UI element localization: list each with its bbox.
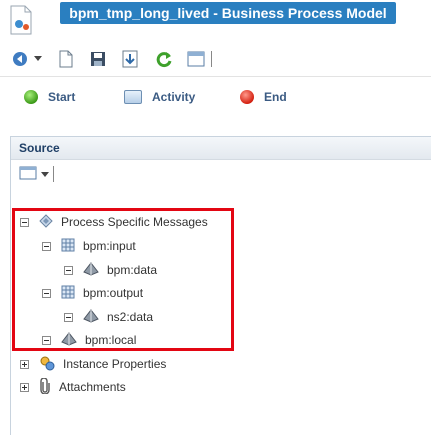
end-circle-icon [240,90,254,104]
palette-activity[interactable]: Activity [124,90,195,104]
save-icon[interactable] [88,49,108,69]
palette-end[interactable]: End [240,90,287,104]
palette-activity-label: Activity [152,90,196,104]
expand-toggle-icon[interactable] [20,382,29,392]
tree-node-label: Attachments [59,380,126,394]
start-circle-icon [24,90,38,104]
paperclip-icon [39,376,51,397]
tree-node-instance-properties[interactable]: Instance Properties [20,353,166,375]
bpm-document-icon [8,5,34,35]
window-title: bpm_tmp_long_lived - Business Process Mo… [60,2,396,24]
toolbar-divider [0,76,431,77]
palette-start-label: Start [48,90,76,104]
panel-header: Source [11,137,431,160]
panel-window-icon[interactable] [19,166,37,183]
element-palette: Start Activity End [0,86,431,116]
panel-toolbar [19,163,54,185]
panel-title: Source [19,141,60,155]
title-bar: bpm_tmp_long_lived - Business Process Mo… [0,0,431,42]
navigate-icon[interactable] [10,49,30,69]
refresh-icon[interactable] [154,49,174,69]
palette-end-label: End [264,90,287,104]
tree-node-attachments[interactable]: Attachments [20,376,126,398]
window-icon[interactable] [186,49,206,69]
dropdown-icon[interactable] [32,49,44,69]
palette-start[interactable]: Start [24,90,75,104]
export-icon[interactable] [120,49,140,69]
tree-node-label: Instance Properties [63,357,167,371]
new-icon[interactable] [56,49,76,69]
toolbar-separator [211,51,212,67]
panel-dropdown-icon[interactable] [41,167,49,181]
selection-highlight [12,208,234,351]
instance-properties-icon [39,355,55,374]
expand-toggle-icon[interactable] [20,359,29,369]
activity-icon [124,90,142,104]
main-toolbar [0,46,431,74]
panel-toolbar-separator [53,166,54,182]
